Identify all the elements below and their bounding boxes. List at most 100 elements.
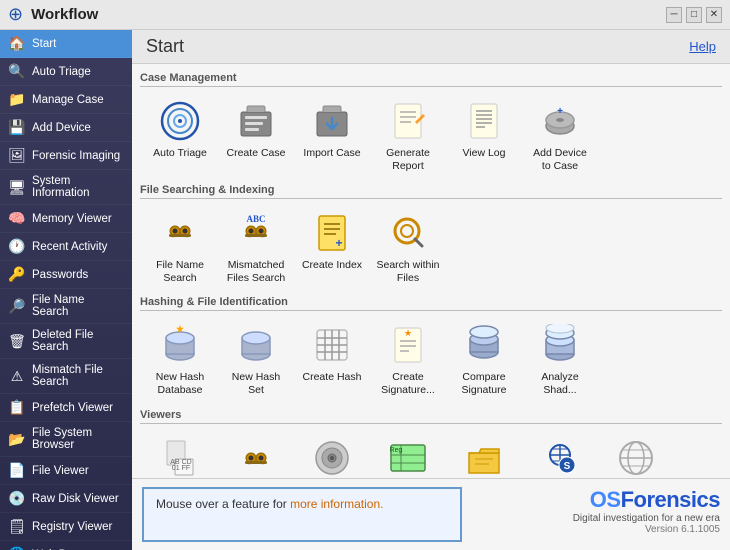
create-index-item[interactable]: + Create Index bbox=[296, 205, 368, 288]
minimize-button[interactable]: ─ bbox=[666, 7, 682, 23]
create-signature-item[interactable]: ★ Create Signature... bbox=[372, 317, 444, 400]
svg-text:★: ★ bbox=[176, 324, 185, 334]
file-name-search-item[interactable]: File Name Search bbox=[144, 205, 216, 288]
compare-signature-label: Compare Signature bbox=[452, 371, 516, 396]
memory-viewer-item[interactable]: Memory Viewer bbox=[220, 430, 292, 478]
sidebar-item-start-label: Start bbox=[32, 38, 56, 50]
maximize-button[interactable]: □ bbox=[686, 7, 702, 23]
section-file-searching: File Searching & Indexing bbox=[140, 184, 722, 288]
create-hash-item[interactable]: Create Hash bbox=[296, 317, 368, 400]
svg-text:+: + bbox=[557, 106, 563, 117]
add-device-to-case-label: Add Device to Case bbox=[528, 147, 592, 172]
new-hash-set-icon bbox=[232, 321, 280, 369]
help-link[interactable]: Help bbox=[689, 39, 716, 54]
view-log-item[interactable]: View Log bbox=[448, 93, 520, 176]
create-signature-icon: ★ bbox=[384, 321, 432, 369]
create-case-item[interactable]: Create Case bbox=[220, 93, 292, 176]
import-case-item[interactable]: Import Case bbox=[296, 93, 368, 176]
registry-viewer-item[interactable]: Reg Registry Viewer bbox=[372, 430, 444, 478]
sidebar-item-deleted-file-search[interactable]: 🗑 Deleted File Search bbox=[0, 324, 132, 359]
file-name-search-icon: 🔎 bbox=[8, 298, 26, 315]
file-hex-viewer-icon: 01 FF AB CD bbox=[156, 434, 204, 478]
deleted-file-search-icon: 🗑 bbox=[8, 333, 26, 350]
web-browser-item[interactable]: Web Browser bbox=[600, 430, 672, 478]
web-browser-icon: 🌐 bbox=[8, 546, 26, 550]
close-button[interactable]: ✕ bbox=[706, 7, 722, 23]
new-hash-set-item[interactable]: New Hash Set bbox=[220, 317, 292, 400]
sidebar-item-file-system-browser[interactable]: 📂 File System Browser bbox=[0, 422, 132, 457]
sidebar-item-memory-viewer[interactable]: 🧠 Memory Viewer bbox=[0, 205, 132, 233]
search-within-files-icon bbox=[384, 209, 432, 257]
info-bar: Mouse over a feature for more informatio… bbox=[132, 478, 730, 550]
sidebar-item-web-browser[interactable]: 🌐 Web Browser bbox=[0, 541, 132, 550]
new-hash-db-icon: ★ bbox=[156, 321, 204, 369]
page-title: Start bbox=[146, 36, 184, 57]
section-case-management-title: Case Management bbox=[140, 72, 722, 87]
sidebar-item-file-viewer[interactable]: 📄 File Viewer bbox=[0, 457, 132, 485]
search-within-files-item[interactable]: Search within Files bbox=[372, 205, 444, 288]
svg-text:ABC: ABC bbox=[246, 214, 265, 224]
file-system-browser-item[interactable]: File System Browser bbox=[448, 430, 520, 478]
raw-disk-viewer-icon: 💿 bbox=[8, 490, 26, 507]
create-hash-icon bbox=[308, 321, 356, 369]
sidebar-item-prefetch-viewer[interactable]: 📋 Prefetch Viewer bbox=[0, 394, 132, 422]
sidebar-item-mismatch-file-search-label: Mismatch File Search bbox=[32, 364, 124, 388]
sidebar-item-file-name-search[interactable]: 🔎 File Name Search bbox=[0, 289, 132, 324]
import-case-icon bbox=[308, 97, 356, 145]
sidebar-item-registry-viewer[interactable]: 🗒 Registry Viewer bbox=[0, 513, 132, 541]
new-hash-set-label: New Hash Set bbox=[224, 371, 288, 396]
mismatched-files-item[interactable]: ABC Mismatched Files Search bbox=[220, 205, 292, 288]
content-area: Start Help Case Management bbox=[132, 30, 730, 550]
svg-text:Reg: Reg bbox=[390, 447, 403, 454]
sidebar-item-passwords[interactable]: 🔑 Passwords bbox=[0, 261, 132, 289]
view-log-icon bbox=[460, 97, 508, 145]
auto-triage-icon: 🔍 bbox=[8, 63, 26, 80]
sidebar-item-add-device-label: Add Device bbox=[32, 122, 91, 134]
new-hash-db-item[interactable]: ★ New Hash Database bbox=[144, 317, 216, 400]
prefetch-viewer-icon: 📋 bbox=[8, 399, 26, 416]
auto-triage-item[interactable]: Auto Triage bbox=[144, 93, 216, 176]
file-hex-viewer-item[interactable]: 01 FF AB CD File and Hex Viewer bbox=[144, 430, 216, 478]
analyze-shad-item[interactable]: Analyze Shad... bbox=[524, 317, 596, 400]
mismatch-file-search-icon: ⚠ bbox=[8, 368, 26, 385]
raw-disk-viewer-icon bbox=[308, 434, 356, 478]
file-name-search-label: File Name Search bbox=[148, 259, 212, 284]
sidebar-item-manage-case[interactable]: 📁 Manage Case bbox=[0, 86, 132, 114]
raw-disk-viewer-item[interactable]: Raw Disk Viewer bbox=[296, 430, 368, 478]
create-signature-label: Create Signature... bbox=[376, 371, 440, 396]
sidebar-item-forensic-imaging[interactable]: 🖼 Forensic Imaging bbox=[0, 142, 132, 170]
sidebar-item-raw-disk-viewer[interactable]: 💿 Raw Disk Viewer bbox=[0, 485, 132, 513]
analyze-shad-icon bbox=[536, 321, 584, 369]
create-case-icon bbox=[232, 97, 280, 145]
sidebar-item-start[interactable]: 🏠 Start bbox=[0, 30, 132, 58]
sidebar-item-forensic-imaging-label: Forensic Imaging bbox=[32, 150, 120, 162]
section-hashing-title: Hashing & File Identification bbox=[140, 296, 722, 311]
add-device-icon: 💾 bbox=[8, 119, 26, 136]
generate-report-item[interactable]: Generate Report bbox=[372, 93, 444, 176]
create-case-label: Create Case bbox=[227, 147, 286, 160]
sidebar-item-file-name-search-label: File Name Search bbox=[32, 294, 124, 318]
generate-report-icon bbox=[384, 97, 432, 145]
registry-viewer-icon: 🗒 bbox=[8, 518, 26, 535]
sidebar-item-deleted-file-search-label: Deleted File Search bbox=[32, 329, 124, 353]
file-searching-grid: File Name Search bbox=[140, 205, 722, 288]
sqlite-db-browser-item[interactable]: S SQLite DB Browser bbox=[524, 430, 596, 478]
add-device-item[interactable]: + Add Device to Case bbox=[524, 93, 596, 176]
sidebar: 🏠 Start 🔍 Auto Triage 📁 Manage Case 💾 Ad… bbox=[0, 30, 132, 550]
sidebar-item-auto-triage-label: Auto Triage bbox=[32, 66, 91, 78]
sidebar-item-recent-activity[interactable]: 🕐 Recent Activity bbox=[0, 233, 132, 261]
start-icon: 🏠 bbox=[8, 35, 26, 52]
sidebar-item-add-device[interactable]: 💾 Add Device bbox=[0, 114, 132, 142]
content-scroll[interactable]: Case Management Auto Triage bbox=[132, 64, 730, 478]
window-controls[interactable]: ─ □ ✕ bbox=[666, 7, 722, 23]
section-file-searching-title: File Searching & Indexing bbox=[140, 184, 722, 199]
sidebar-item-mismatch-file-search[interactable]: ⚠ Mismatch File Search bbox=[0, 359, 132, 394]
content-header: Start Help bbox=[132, 30, 730, 64]
sidebar-item-auto-triage[interactable]: 🔍 Auto Triage bbox=[0, 58, 132, 86]
sidebar-item-system-information[interactable]: 🖥 System Information bbox=[0, 170, 132, 205]
manage-case-icon: 📁 bbox=[8, 91, 26, 108]
compare-signature-item[interactable]: Compare Signature bbox=[448, 317, 520, 400]
info-message-text: Mouse over a feature for more informatio… bbox=[156, 497, 383, 511]
recent-activity-icon: 🕐 bbox=[8, 238, 26, 255]
sidebar-item-registry-viewer-label: Registry Viewer bbox=[32, 521, 112, 533]
